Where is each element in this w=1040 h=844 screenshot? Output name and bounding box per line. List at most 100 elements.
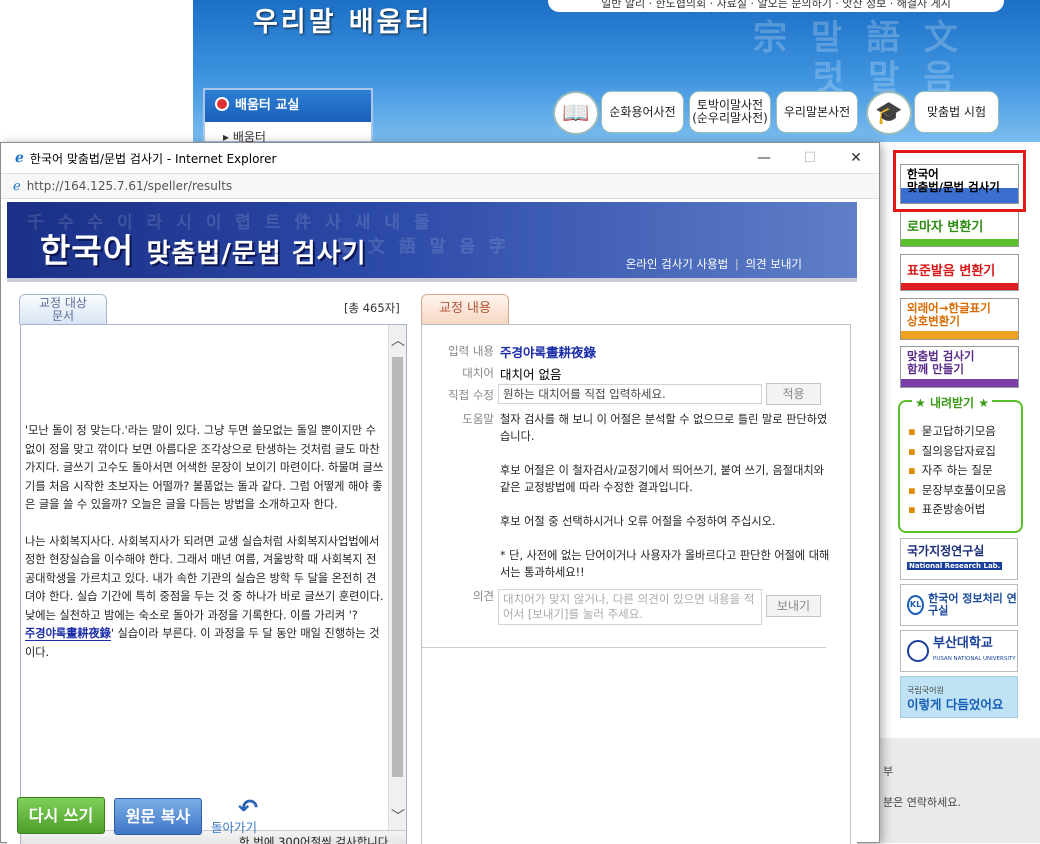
link-separator: |: [734, 257, 739, 271]
download-item[interactable]: 묻고답하기모음: [908, 422, 1021, 442]
side-menu-pronunciation[interactable]: 표준발음 변환기: [900, 254, 1019, 291]
download-item[interactable]: 문장부호풀이모음: [908, 481, 1021, 501]
spelling-test-button[interactable]: 맞춤법 시험: [914, 91, 999, 133]
side-menu-collaborate[interactable]: 맞춤법 검사기 함께 만들기: [900, 346, 1019, 388]
help-paragraph: 후보 어절 중 선택하시거나 오류 어절을 수정하여 주십시오.: [500, 515, 776, 528]
knl-icon: KL: [907, 595, 925, 615]
ie-window: ℯ 한국어 맞춤법/문법 검사기 - Internet Explorer — ☐…: [0, 142, 880, 844]
minimize-button[interactable]: —: [741, 143, 787, 173]
speller-title-main: 한국어: [40, 231, 135, 270]
dict-button-label: 순화용어사전: [609, 104, 676, 119]
help-text: 철자 검사를 해 보니 이 어절은 분석할 수 없으므로 틀린 말로 판단하였습…: [500, 411, 832, 598]
panel-divider: [422, 647, 826, 648]
tab-correction[interactable]: 교정 내용: [421, 294, 509, 324]
text-paragraph-part: 나는 사회복지사다. 사회복지사가 되려면 교생 실습처럼 사회복지사업법에서 …: [25, 534, 384, 622]
ie-logo-icon: ℯ: [15, 150, 24, 166]
copy-original-button[interactable]: 원문 복사: [114, 798, 202, 835]
scrollbar[interactable]: ︿ ﹀: [388, 325, 406, 831]
label-direct-edit: 직접 수정: [448, 388, 494, 402]
window-title: 한국어 맞춤법/문법 검사기 - Internet Explorer: [29, 151, 277, 166]
close-button[interactable]: ✕: [833, 143, 879, 173]
apply-button[interactable]: 적용: [766, 383, 821, 405]
direct-edit-input[interactable]: 원하는 대치어를 직접 입력하세요.: [498, 384, 762, 404]
suggestion-value: 대치어 없음: [500, 367, 562, 382]
footer-text-2: 분은 연락하세요.: [883, 796, 961, 809]
logo-sub: 국립국어원: [907, 686, 944, 695]
help-paragraph: 후보 어절은 이 철자검사/교정기에서 띄어쓰기, 붙여 쓰기, 음절대치와 같…: [500, 464, 824, 494]
graduation-cap-icon[interactable]: 🎓: [866, 91, 912, 135]
dict-button-label: 맞춤법 시험: [926, 104, 986, 119]
logo-nlp-lab[interactable]: KL 한국어 정보처리 연구실: [900, 584, 1018, 626]
input-value: 주경야록晝耕夜錄: [500, 345, 597, 360]
university-seal-icon: [907, 640, 929, 662]
download-list: 묻고답하기모음 질의응답자료집 자주 하는 질문 문장부호풀이모음 표준방송어법: [900, 422, 1021, 520]
rewrite-button[interactable]: 다시 쓰기: [17, 797, 105, 834]
label-opinion: 의견: [472, 589, 494, 603]
opinion-textarea[interactable]: 대치어가 맞지 않거나, 다른 의견이 있으면 내용을 적어서 [보내기]를 눌…: [498, 589, 762, 625]
footer-text-1: 부: [883, 765, 894, 778]
side-menu-loanword[interactable]: 외래어→한글표기 상호변환기: [900, 298, 1019, 340]
usage-link[interactable]: 온라인 검사기 사용법: [626, 257, 729, 271]
page-icon: ℯ: [13, 178, 21, 194]
feedback-link[interactable]: 의견 보내기: [745, 257, 802, 271]
left-menu-header-label: 배움터 교실: [235, 98, 300, 113]
download-item[interactable]: 표준방송어법: [908, 500, 1021, 520]
side-menu-romanizer[interactable]: 로마자 변환기: [900, 210, 1019, 247]
logo-sub: PUSAN NATIONAL UNIVERSITY: [933, 656, 1016, 662]
download-item[interactable]: 질의응답자료집: [908, 442, 1021, 462]
download-title-label: 내려받기: [929, 396, 975, 410]
speller-page: 千 수 수 이 라 시 이 렵 트 件 사 새 내 들 國 文 語 말 음 字 …: [7, 202, 857, 844]
address-url: http://164.125.7.61/speller/results: [26, 179, 233, 193]
help-paragraph: 철자 검사를 해 보니 이 어절은 분석할 수 없으므로 틀린 말로 판단하였습…: [500, 413, 828, 443]
speller-title-rest: 맞춤법/문법 검사기: [146, 239, 367, 269]
header-links: 온라인 검사기 사용법 | 의견 보내기: [626, 256, 802, 272]
logo-national-lab[interactable]: 국가지정연구실 National Research Lab.: [900, 538, 1018, 580]
scroll-down-icon[interactable]: ﹀: [389, 807, 407, 825]
maximize-button[interactable]: ☐: [787, 143, 833, 173]
label-suggestion: 대치어: [462, 366, 494, 380]
back-button[interactable]: ↶ 돌아가기: [211, 794, 276, 836]
scroll-up-icon[interactable]: ︿: [389, 331, 407, 349]
speller-title: 한국어 맞춤법/문법 검사기: [40, 224, 367, 272]
dict-button-purified[interactable]: 순화용어사전: [601, 91, 684, 133]
site-title[interactable]: 우리말 배움터: [253, 0, 432, 39]
dict-button-grammar[interactable]: 우리말본사전: [776, 91, 858, 133]
dict-button-native[interactable]: 토박이말사전 (순우리말사전): [689, 91, 771, 133]
char-count: [총 465자]: [344, 301, 400, 315]
target-text-panel: '모난 돌이 정 맞는다.'라는 말이 있다. 그냥 두면 쓸모없는 돌일 뿐이…: [20, 324, 407, 844]
left-menu-header[interactable]: 배움터 교실: [205, 90, 371, 122]
speller-header: 千 수 수 이 라 시 이 렵 트 件 사 새 내 들 國 文 語 말 음 字 …: [7, 202, 857, 282]
logo-refined-words[interactable]: 국립국어원이렇게 다듬었어요: [900, 676, 1018, 718]
text-paragraph: 나는 사회복지사다. 사회복지사가 되려면 교생 실습처럼 사회복지사업법에서 …: [25, 533, 384, 663]
help-paragraph: * 단, 사전에 없는 단어이거나 사용자가 올바르다고 판단한 어절에 대해서…: [500, 549, 830, 579]
left-menu: 배움터 교실 ▸ 배움터: [203, 88, 373, 144]
top-links[interactable]: 일반 알리 · 한노협의회 · 자료실 · 알오는 문의하기 · 앗잔 정보 ·…: [548, 0, 1004, 12]
download-title: ★ 내려받기 ★: [912, 394, 993, 411]
text-paragraph: '모난 돌이 정 맞는다.'라는 말이 있다. 그냥 두면 쓸모없는 돌일 뿐이…: [25, 424, 384, 511]
label-input: 입력 내용: [448, 344, 494, 358]
menu-dot-icon: [215, 97, 229, 111]
highlight-box: [893, 150, 1026, 212]
correction-panel: 입력 내용 주경야록晝耕夜錄 대치어 대치어 없음 직접 수정 원하는 대치어를…: [421, 324, 851, 844]
dict-button-label: 우리말본사전: [783, 104, 851, 119]
book-icon[interactable]: 📖: [553, 91, 599, 135]
dict-button-label: 토박이말사전 (순우리말사전): [692, 98, 768, 125]
window-controls: — ☐ ✕: [741, 143, 879, 173]
tab-target-document[interactable]: 교정 대상 문서: [19, 294, 107, 324]
logo-name: 한국어 정보처리 연구실: [928, 592, 1017, 617]
logo-sub: National Research Lab.: [907, 562, 1003, 570]
error-word[interactable]: 주경야록晝耕夜錄: [25, 627, 111, 641]
site-footer: 부 분은 연락하세요.: [878, 738, 1040, 843]
back-button-label: 돌아가기: [211, 820, 258, 835]
label-help: 도움말: [462, 412, 494, 426]
logo-name: 이렇게 다듬었어요: [907, 697, 1004, 712]
logo-name: 부산대학교: [933, 636, 993, 651]
send-button[interactable]: 보내기: [766, 595, 821, 617]
target-text[interactable]: '모난 돌이 정 맞는다.'라는 말이 있다. 그냥 두면 쓸모없는 돌일 뿐이…: [21, 325, 390, 831]
logo-pusan[interactable]: 부산대학교 PUSAN NATIONAL UNIVERSITY: [900, 630, 1018, 672]
scroll-thumb[interactable]: [392, 357, 403, 777]
logo-name: 국가지정연구실: [907, 544, 985, 558]
download-item[interactable]: 자주 하는 질문: [908, 461, 1021, 481]
address-bar[interactable]: ℯ http://164.125.7.61/speller/results: [1, 173, 879, 199]
download-box: ★ 내려받기 ★ 묻고답하기모음 질의응답자료집 자주 하는 질문 문장부호풀이…: [898, 394, 1023, 533]
